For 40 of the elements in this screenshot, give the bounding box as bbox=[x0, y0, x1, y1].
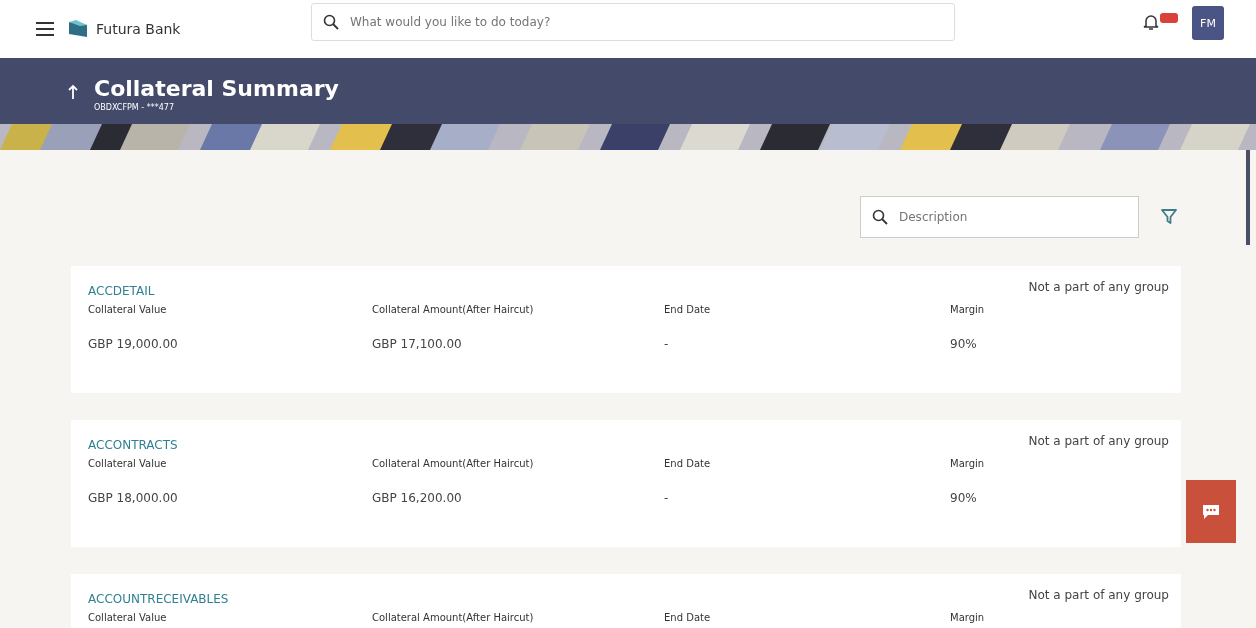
bell-icon[interactable] bbox=[1143, 13, 1159, 31]
field-label: Collateral Value bbox=[88, 612, 168, 623]
field-label: Collateral Amount(After Haircut) bbox=[372, 458, 535, 469]
collateral-link[interactable]: ACCONTRACTS bbox=[88, 438, 178, 452]
field-label: Margin bbox=[950, 458, 986, 469]
field-label: End Date bbox=[664, 304, 712, 315]
menu-icon[interactable] bbox=[36, 22, 54, 36]
collateral-link[interactable]: ACCDETAIL bbox=[88, 284, 155, 298]
user-avatar[interactable]: FM bbox=[1192, 6, 1224, 40]
field-label: Collateral Amount(After Haircut) bbox=[372, 612, 535, 623]
chat-icon bbox=[1202, 503, 1220, 520]
group-status: Not a part of any group bbox=[1028, 588, 1169, 602]
back-arrow-icon[interactable] bbox=[68, 84, 78, 100]
group-status: Not a part of any group bbox=[1028, 434, 1169, 448]
field-value: - bbox=[664, 491, 670, 505]
group-status: Not a part of any group bbox=[1028, 280, 1169, 294]
field-value: 90% bbox=[950, 491, 978, 505]
brand-name: Futura Bank bbox=[96, 21, 182, 37]
field-label: End Date bbox=[664, 458, 712, 469]
account-number: OBDXCFPM - ***477 bbox=[94, 103, 175, 112]
filter-icon[interactable] bbox=[1161, 209, 1177, 225]
collateral-link[interactable]: ACCOUNTRECEIVABLES bbox=[88, 592, 229, 606]
field-value: GBP 19,000.00 bbox=[88, 337, 179, 351]
logo-icon bbox=[68, 20, 88, 38]
field-value: 90% bbox=[950, 337, 978, 351]
field-value: GBP 16,200.00 bbox=[372, 491, 463, 505]
field-label: Collateral Value bbox=[88, 458, 168, 469]
field-value: GBP 18,000.00 bbox=[88, 491, 179, 505]
field-label: Collateral Amount(After Haircut) bbox=[372, 304, 535, 315]
page-title: Collateral Summary bbox=[94, 76, 339, 101]
chat-button[interactable] bbox=[1186, 480, 1236, 543]
search-field[interactable]: What would you like to do today? bbox=[311, 3, 955, 41]
notification-badge-icon bbox=[1160, 13, 1178, 23]
search-field[interactable]: Description bbox=[860, 196, 1139, 238]
field-label: Margin bbox=[950, 612, 986, 623]
field-label: End Date bbox=[664, 612, 712, 623]
field-value: GBP 17,100.00 bbox=[372, 337, 463, 351]
field-label: Margin bbox=[950, 304, 986, 315]
field-value: - bbox=[664, 337, 670, 351]
field-label: Collateral Value bbox=[88, 304, 168, 315]
